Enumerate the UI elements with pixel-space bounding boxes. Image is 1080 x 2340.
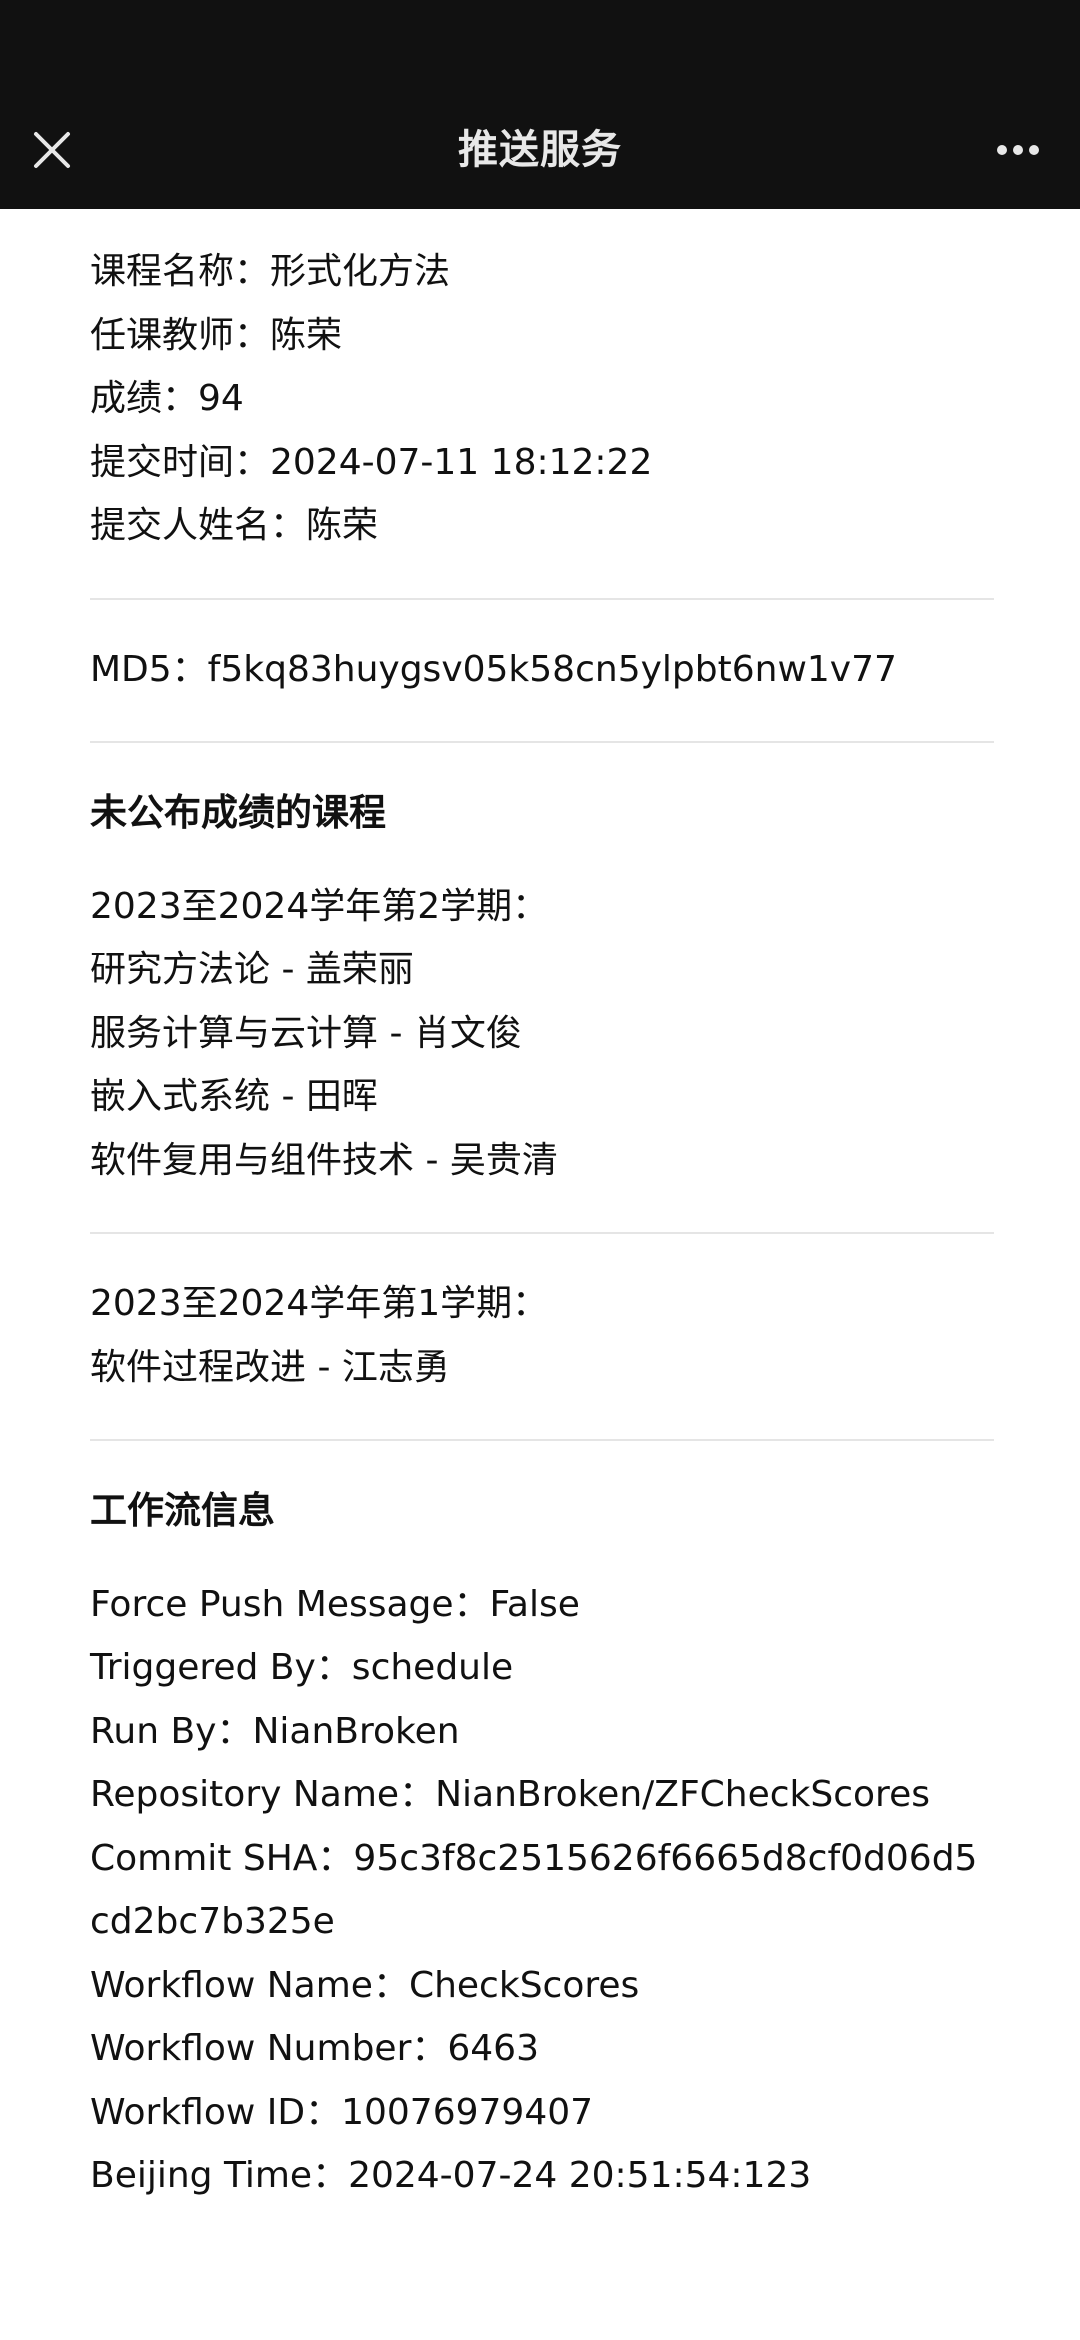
course-item: 软件过程改进 - 江志勇 xyxy=(90,1346,450,1388)
workflow-heading: 工作流信息 xyxy=(90,1489,275,1532)
workflow-number: Workflow Number：6463 xyxy=(90,2028,539,2069)
teacher: 任课教师：陈荣 xyxy=(90,314,343,356)
term-block: 2023至2024学年第2学期： 研究方法论 - 盖荣丽 服务计算与云计算 - … xyxy=(90,875,994,1193)
term-title: 2023至2024学年第1学期： xyxy=(90,1283,549,1324)
divider xyxy=(90,1232,994,1234)
workflow-id: Workflow ID：10076979407 xyxy=(90,2091,594,2133)
divider xyxy=(90,741,994,743)
course-item: 研究方法论 - 盖荣丽 xyxy=(90,949,414,990)
term-title: 2023至2024学年第2学期： xyxy=(90,885,549,927)
workflow-name: Workflow Name：CheckScores xyxy=(90,1964,640,2006)
course-name: 课程名称：形式化方法 xyxy=(90,251,451,292)
course-item: 软件复用与组件技术 - 吴贵清 xyxy=(90,1139,558,1181)
commit-sha: Commit SHA：95c3f8c2515626f6665d8cf0d06d5… xyxy=(90,1837,978,1943)
run-by: Run By：NianBroken xyxy=(90,1710,460,1752)
score: 成绩：94 xyxy=(90,378,244,419)
grade-info-section: 课程名称：形式化方法 任课教师：陈荣 成绩：94 提交时间：2024-07-11… xyxy=(90,240,994,558)
course-item: 服务计算与云计算 - 肖文俊 xyxy=(90,1012,522,1054)
repository-name: Repository Name：NianBroken/ZFCheckScores xyxy=(90,1774,930,1815)
message-content: 课程名称：形式化方法 任课教师：陈荣 成绩：94 提交时间：2024-07-11… xyxy=(90,240,994,2208)
page-title: 推送服务 xyxy=(458,127,622,173)
md5-value: MD5：f5kq83huygsv05k58cn5ylpbt6nw1v77 xyxy=(90,648,897,690)
beijing-time: Beijing Time：2024-07-24 20:51:54:123 xyxy=(90,2155,812,2196)
submitter-name: 提交人姓名：陈荣 xyxy=(90,505,379,546)
term-block: 2023至2024学年第1学期： 软件过程改进 - 江志勇 xyxy=(90,1272,994,1399)
more-button[interactable] xyxy=(976,118,1060,182)
triggered-by: Triggered By：schedule xyxy=(90,1647,514,1688)
divider xyxy=(90,597,994,600)
top-bar: 推送服务 xyxy=(0,0,1080,209)
divider xyxy=(90,1439,994,1441)
course-item: 嵌入式系统 - 田晖 xyxy=(90,1076,378,1117)
submit-time: 提交时间：2024-07-11 18:12:22 xyxy=(90,441,653,483)
force-push-message: Force Push Message：False xyxy=(90,1583,580,1625)
unpublished-heading: 未公布成绩的课程 xyxy=(90,791,386,834)
workflow-info-section: Force Push Message：False Triggered By：sc… xyxy=(90,1573,994,2208)
more-dots-icon xyxy=(997,145,1039,155)
